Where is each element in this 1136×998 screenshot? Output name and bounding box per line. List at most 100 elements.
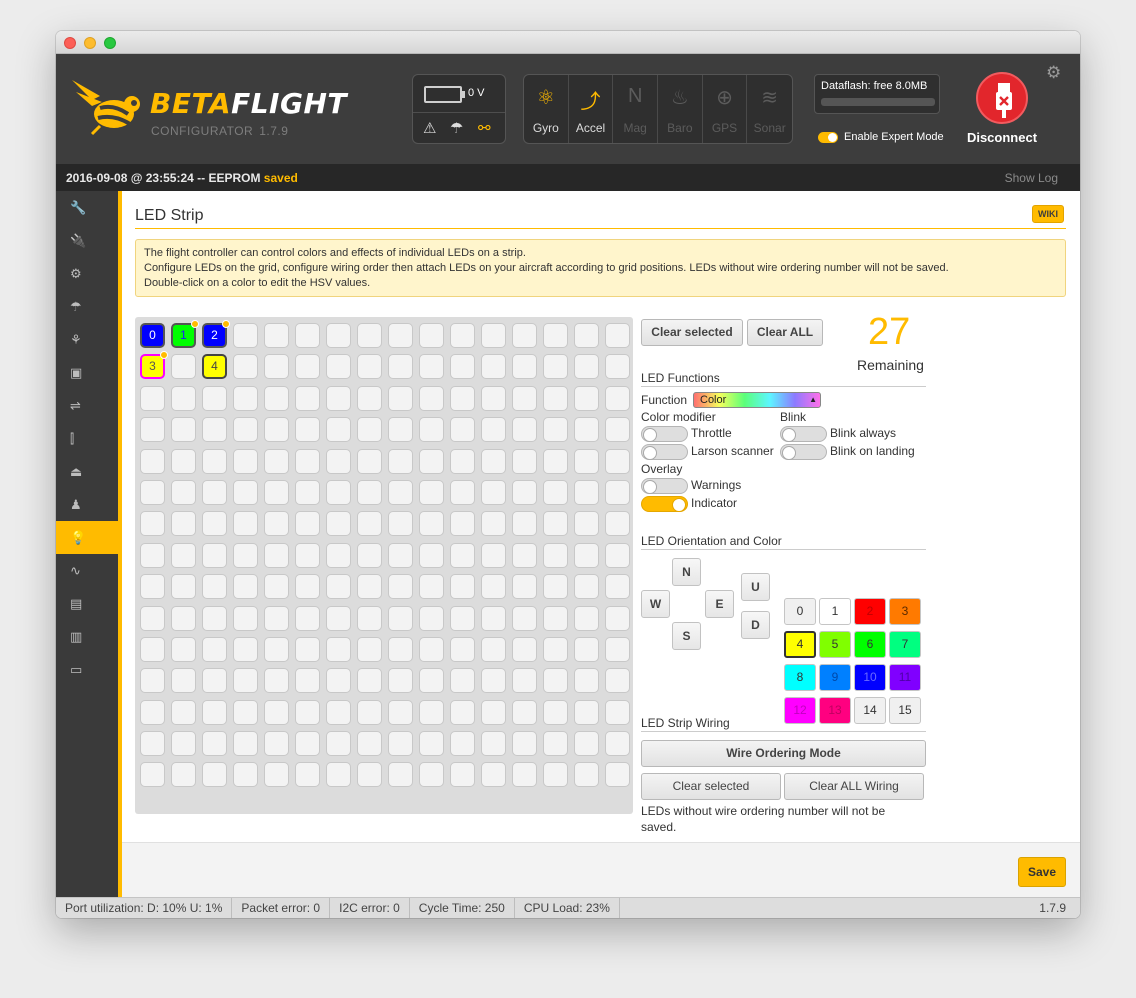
- led-cell[interactable]: [357, 731, 382, 757]
- led-cell[interactable]: [512, 605, 537, 631]
- led-cell[interactable]: [326, 605, 351, 631]
- led-cell[interactable]: [357, 354, 382, 380]
- sidebar-item-modes[interactable]: ⇌: [56, 389, 118, 422]
- led-cell[interactable]: [357, 699, 382, 725]
- led-cell[interactable]: [450, 542, 475, 568]
- led-cell[interactable]: [233, 385, 258, 411]
- led-cell[interactable]: [450, 731, 475, 757]
- led-cell[interactable]: [171, 479, 196, 505]
- wiring-clear-selected-button[interactable]: Clear selected: [641, 773, 781, 800]
- sidebar-item-blackbox[interactable]: ▥: [56, 620, 118, 653]
- led-cell[interactable]: [140, 731, 165, 757]
- led-cell[interactable]: [202, 479, 227, 505]
- led-cell[interactable]: [450, 385, 475, 411]
- led-cell[interactable]: [171, 699, 196, 725]
- led-cell[interactable]: [140, 511, 165, 537]
- led-cell[interactable]: [481, 636, 506, 662]
- sidebar-item-ports[interactable]: 🔌: [56, 224, 118, 257]
- led-cell[interactable]: [574, 762, 599, 788]
- led-cell[interactable]: [605, 605, 630, 631]
- led-cell[interactable]: [171, 668, 196, 694]
- led-cell[interactable]: [233, 762, 258, 788]
- led-cell[interactable]: [388, 699, 413, 725]
- led-cell[interactable]: [388, 417, 413, 443]
- led-cell[interactable]: [419, 605, 444, 631]
- led-cell[interactable]: [233, 417, 258, 443]
- led-cell[interactable]: [543, 448, 568, 474]
- led-cell[interactable]: [605, 574, 630, 600]
- led-cell[interactable]: [605, 479, 630, 505]
- show-log-link[interactable]: Show Log: [1005, 171, 1058, 185]
- led-cell[interactable]: [419, 417, 444, 443]
- led-cell[interactable]: [450, 511, 475, 537]
- wiki-button[interactable]: WIKI: [1032, 205, 1064, 223]
- sidebar-item-parachute[interactable]: ☂: [56, 290, 118, 323]
- led-cell[interactable]: [264, 354, 289, 380]
- led-cell[interactable]: [357, 385, 382, 411]
- led-cell[interactable]: [388, 605, 413, 631]
- direction-north-button[interactable]: N: [672, 558, 701, 586]
- led-cell[interactable]: [264, 731, 289, 757]
- led-cell[interactable]: [481, 417, 506, 443]
- led-cell[interactable]: [388, 668, 413, 694]
- led-cell[interactable]: [605, 636, 630, 662]
- led-cell[interactable]: [481, 542, 506, 568]
- led-cell[interactable]: [481, 448, 506, 474]
- led-cell[interactable]: [543, 762, 568, 788]
- led-cell[interactable]: [140, 762, 165, 788]
- function-select[interactable]: Color ▲: [693, 392, 821, 408]
- led-cell[interactable]: [543, 417, 568, 443]
- led-cell[interactable]: [574, 699, 599, 725]
- led-cell-assigned[interactable]: 3: [140, 351, 168, 380]
- led-cell[interactable]: [512, 511, 537, 537]
- led-cell[interactable]: [388, 385, 413, 411]
- led-cell[interactable]: [233, 574, 258, 600]
- led-cell[interactable]: [543, 511, 568, 537]
- led-cell[interactable]: [574, 323, 599, 348]
- led-cell[interactable]: [574, 574, 599, 600]
- led-cell[interactable]: [357, 542, 382, 568]
- sidebar-item-led[interactable]: 💡: [56, 521, 118, 554]
- led-cell[interactable]: [140, 385, 165, 411]
- led-cell[interactable]: [605, 542, 630, 568]
- led-cell[interactable]: [574, 605, 599, 631]
- led-cell[interactable]: [419, 574, 444, 600]
- led-cell[interactable]: [264, 385, 289, 411]
- led-cell[interactable]: [140, 542, 165, 568]
- led-cell[interactable]: [450, 448, 475, 474]
- led-cell[interactable]: [357, 668, 382, 694]
- led-cell[interactable]: [140, 479, 165, 505]
- led-cell-assigned[interactable]: 2: [202, 320, 230, 348]
- led-cell[interactable]: [202, 385, 227, 411]
- led-cell[interactable]: [388, 731, 413, 757]
- led-cell[interactable]: [140, 574, 165, 600]
- sidebar-item-cli[interactable]: ▭: [56, 653, 118, 686]
- led-cell[interactable]: [171, 542, 196, 568]
- led-cell[interactable]: [512, 699, 537, 725]
- led-cell[interactable]: [202, 511, 227, 537]
- led-cell[interactable]: [543, 668, 568, 694]
- led-cell[interactable]: [171, 448, 196, 474]
- led-cell[interactable]: [419, 636, 444, 662]
- led-cell[interactable]: [264, 605, 289, 631]
- led-cell[interactable]: [171, 762, 196, 788]
- sidebar-item-sliders[interactable]: ⫿: [56, 422, 118, 455]
- led-cell[interactable]: [419, 385, 444, 411]
- zoom-window-button[interactable]: [104, 37, 116, 49]
- led-cell[interactable]: [264, 574, 289, 600]
- led-cell[interactable]: [202, 762, 227, 788]
- led-cell[interactable]: [512, 542, 537, 568]
- led-cell[interactable]: [326, 354, 351, 380]
- color-swatch-5[interactable]: 5: [819, 631, 851, 658]
- led-cell[interactable]: [574, 511, 599, 537]
- led-cell[interactable]: [543, 385, 568, 411]
- led-cell[interactable]: [574, 636, 599, 662]
- led-cell[interactable]: [202, 668, 227, 694]
- led-cell[interactable]: [481, 668, 506, 694]
- color-swatch-8[interactable]: 8: [784, 664, 816, 691]
- led-cell[interactable]: [605, 699, 630, 725]
- direction-up-button[interactable]: U: [741, 573, 770, 601]
- led-cell[interactable]: [512, 417, 537, 443]
- clear-all-wiring-button[interactable]: Clear ALL Wiring: [784, 773, 924, 800]
- led-cell-assigned[interactable]: 4: [202, 354, 227, 380]
